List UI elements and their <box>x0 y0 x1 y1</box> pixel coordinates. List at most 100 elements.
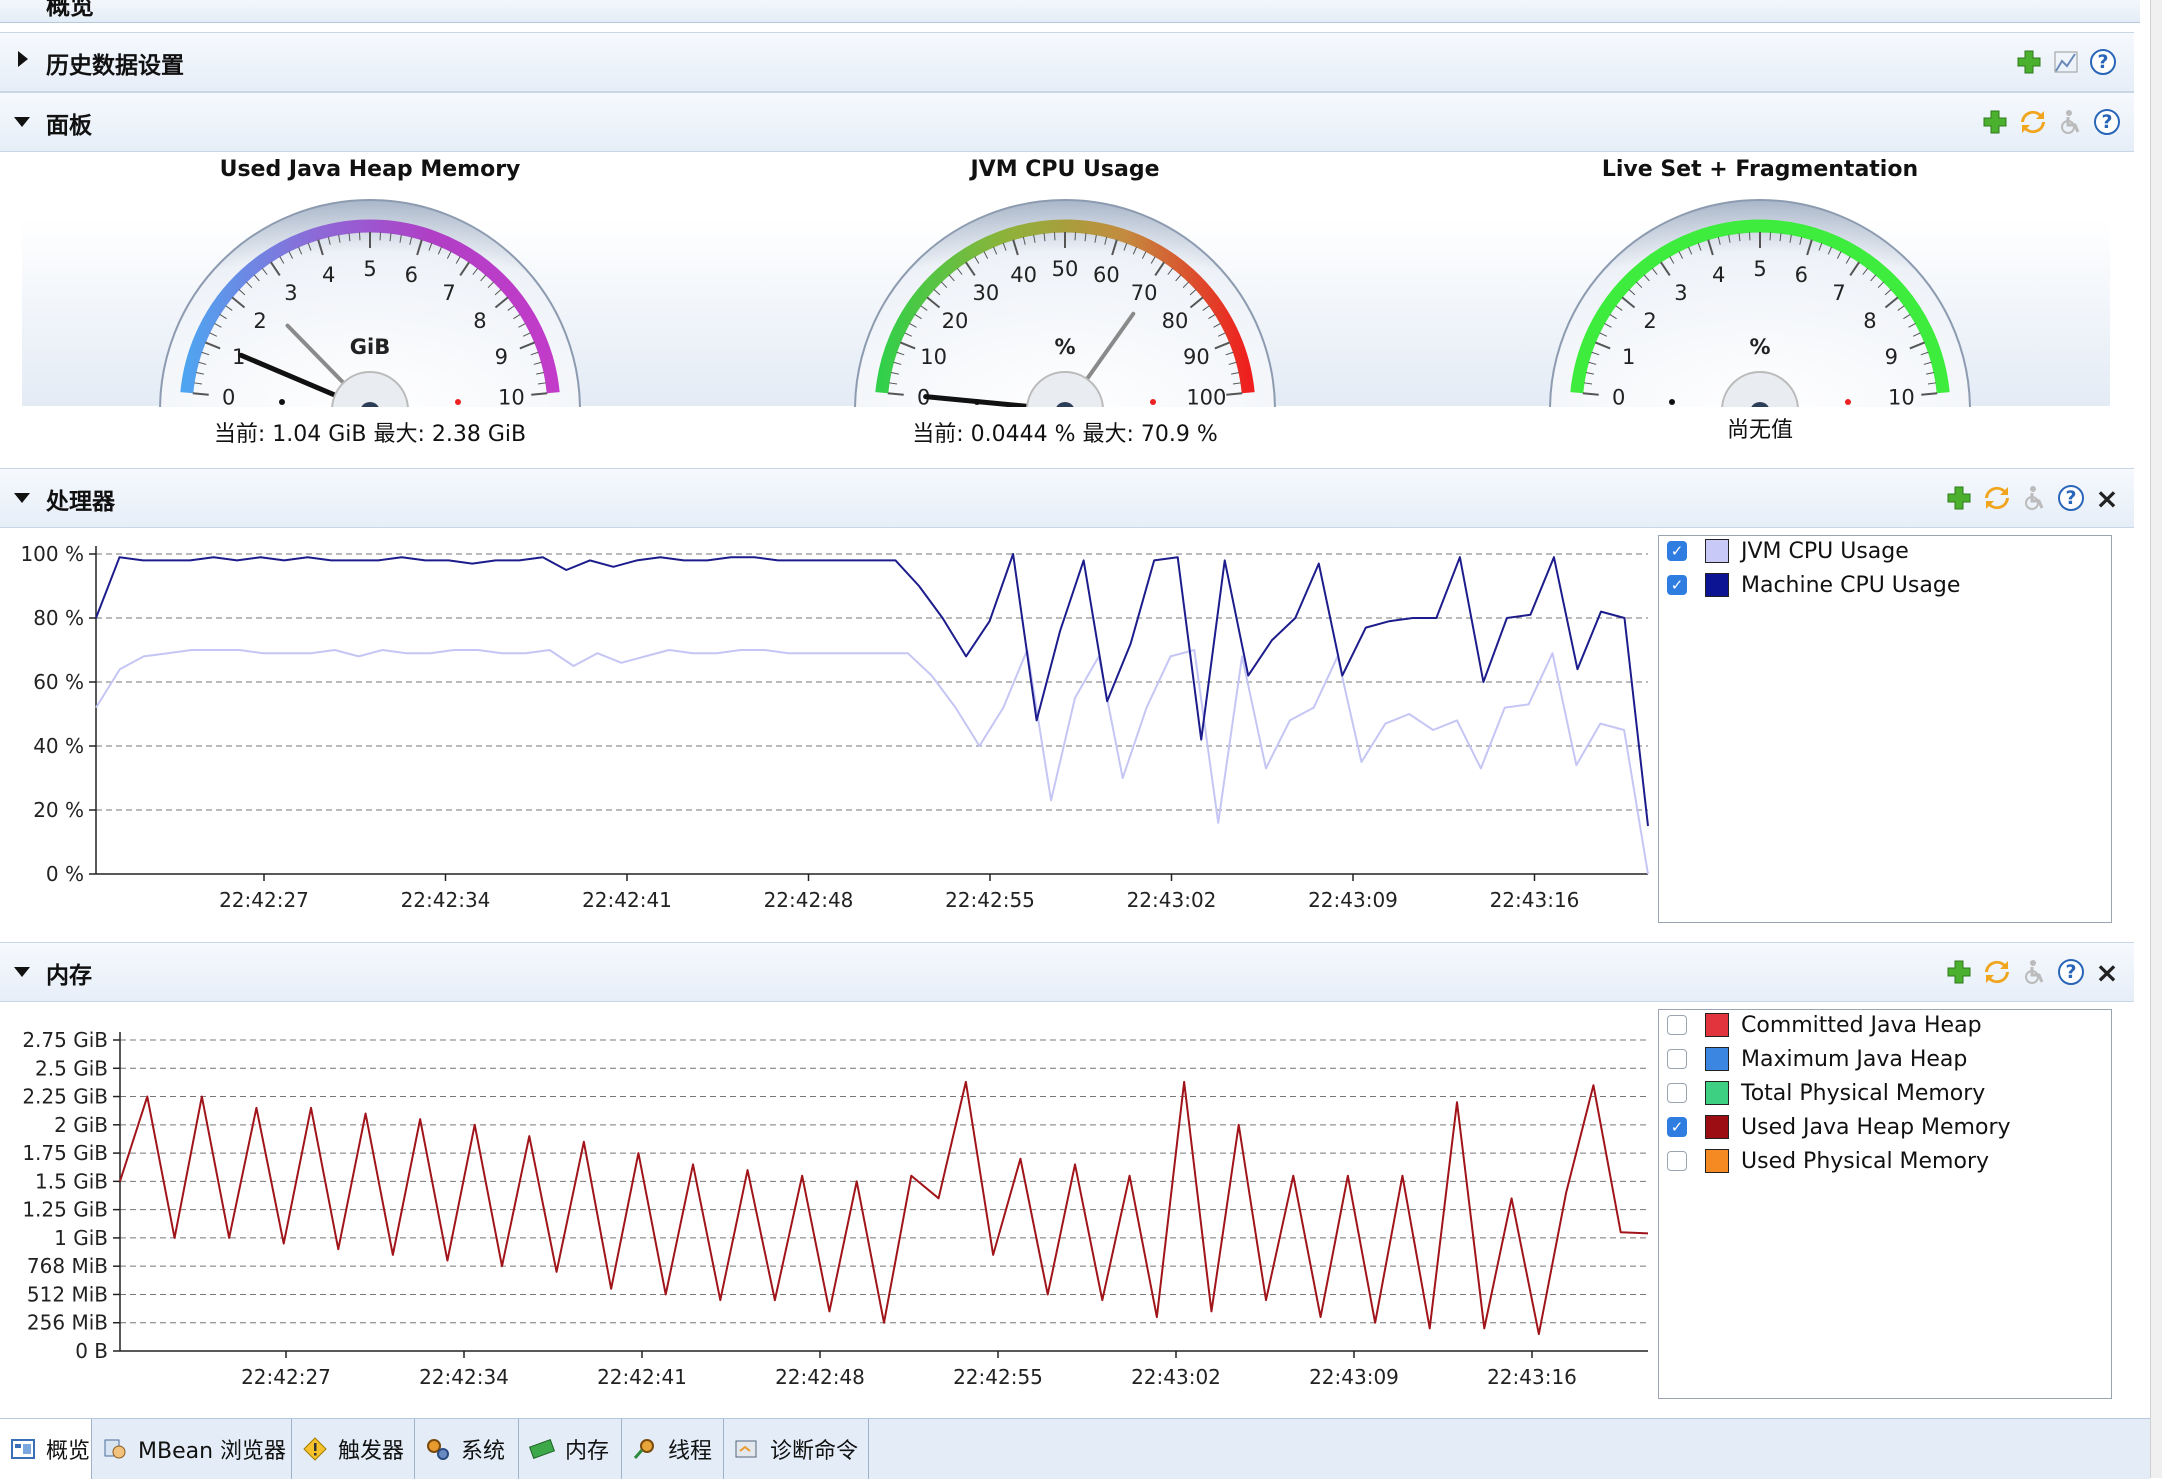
section-dashboard-label: 面板 <box>46 106 92 140</box>
legend-checkbox[interactable]: ✓ <box>1667 575 1687 595</box>
tab-overview[interactable]: 概览 <box>0 1419 92 1479</box>
tab-diagnostic-commands[interactable]: 诊断命令 <box>724 1419 869 1479</box>
mbean-browser-icon <box>102 1436 128 1462</box>
collapse-triangle-icon[interactable] <box>14 493 30 503</box>
help-icon[interactable]: ? <box>2094 109 2120 135</box>
legend-row[interactable]: ✓ Used Java Heap Memory <box>1667 1112 2011 1142</box>
gauge-tick-label: 6 <box>405 263 418 287</box>
gauge-tick-label: 20 <box>942 309 969 333</box>
gauge-tick-label: 50 <box>1052 257 1079 281</box>
help-icon[interactable]: ? <box>2058 485 2084 511</box>
collapse-triangle-icon[interactable] <box>14 967 30 977</box>
gauge-unit: GiB <box>350 335 390 359</box>
legend-row[interactable]: ✓ JVM CPU Usage <box>1667 536 1909 566</box>
legend-swatch <box>1705 1081 1729 1105</box>
tab-triggers[interactable]: 触发器 <box>292 1419 415 1479</box>
gauge-title-liveset: Live Set + Fragmentation <box>1510 157 2010 182</box>
legend-row[interactable]: Committed Java Heap <box>1667 1010 1982 1040</box>
add-icon[interactable] <box>1944 957 1974 987</box>
y-tick-label: 0 B <box>75 1339 108 1363</box>
tab-memory[interactable]: 内存 <box>519 1419 622 1479</box>
gauge-min-dot <box>974 399 980 405</box>
gauge-tick-label: 7 <box>442 281 455 305</box>
accessibility-icon[interactable] <box>2020 483 2050 513</box>
gauge-reading-heap: 当前: 1.04 GiB 最大: 2.38 GiB <box>70 416 670 448</box>
gauge-tick-label: 10 <box>1888 386 1915 407</box>
close-icon[interactable]: × <box>2092 957 2122 987</box>
chart-settings-icon[interactable] <box>2052 47 2082 77</box>
x-tick-label: 22:42:34 <box>401 888 491 912</box>
add-icon[interactable] <box>2014 47 2044 77</box>
tab-label: MBean 浏览器 <box>138 1433 286 1465</box>
tab-mbean-browser[interactable]: MBean 浏览器 <box>92 1419 292 1479</box>
x-tick-label: 22:43:09 <box>1308 888 1398 912</box>
gauge-tick-label: 100 <box>1186 386 1226 407</box>
legend-checkbox[interactable] <box>1667 1083 1687 1103</box>
gauge-tick-label: 4 <box>322 263 335 287</box>
legend-label: Maximum Java Heap <box>1741 1047 1967 1072</box>
legend-row[interactable]: Total Physical Memory <box>1667 1078 1985 1108</box>
y-tick-label: 40 % <box>33 734 84 758</box>
tab-label: 触发器 <box>338 1433 404 1465</box>
threads-icon <box>632 1436 658 1462</box>
legend-row[interactable]: Used Physical Memory <box>1667 1146 1989 1176</box>
x-tick-label: 22:42:48 <box>764 888 854 912</box>
collapse-triangle-icon[interactable] <box>14 117 30 127</box>
cpu-legend: ✓ JVM CPU Usage ✓ Machine CPU Usage <box>1658 535 2112 923</box>
legend-swatch <box>1705 1013 1729 1037</box>
memory-icon <box>529 1436 555 1462</box>
gauge-tick-label: 3 <box>1674 281 1687 305</box>
series-line <box>96 554 1648 826</box>
gauge-tick-label: 40 <box>1010 263 1037 287</box>
x-tick-label: 22:43:16 <box>1490 888 1580 912</box>
accessibility-icon[interactable] <box>2056 107 2086 137</box>
help-icon[interactable]: ? <box>2090 49 2116 75</box>
y-tick-label: 2.25 GiB <box>22 1085 108 1109</box>
x-tick-label: 22:42:41 <box>582 888 672 912</box>
legend-label: Used Physical Memory <box>1741 1149 1989 1174</box>
add-icon[interactable] <box>1944 483 1974 513</box>
gauge-tick-label: 2 <box>1643 309 1656 333</box>
close-icon[interactable]: × <box>2092 483 2122 513</box>
refresh-icon[interactable] <box>1982 483 2012 513</box>
legend-checkbox[interactable]: ✓ <box>1667 1117 1687 1137</box>
gauge-tick-label: 9 <box>495 345 508 369</box>
gauge-tick-label: 9 <box>1885 345 1898 369</box>
legend-checkbox[interactable] <box>1667 1151 1687 1171</box>
diagnostic-commands-icon <box>734 1436 760 1462</box>
gauge-tick-label: 10 <box>920 345 947 369</box>
legend-row[interactable]: Maximum Java Heap <box>1667 1044 1967 1074</box>
legend-label: Total Physical Memory <box>1741 1081 1985 1106</box>
gauge-tick-label: 5 <box>363 257 376 281</box>
section-processor[interactable]: 处理器 ? × <box>0 468 2134 528</box>
gauge-tick-label: 80 <box>1162 309 1189 333</box>
help-icon[interactable]: ? <box>2058 959 2084 985</box>
add-icon[interactable] <box>1980 107 2010 137</box>
y-tick-label: 512 MiB <box>27 1282 108 1306</box>
expand-triangle-icon[interactable] <box>18 51 28 67</box>
gauge-tick-label: 7 <box>1832 281 1845 305</box>
memory-chart: 0 B256 MiB512 MiB768 MiB1 GiB1.25 GiB1.5… <box>0 1002 1660 1402</box>
cpu-chart: 0 %20 %40 %60 %80 %100 %22:42:2722:42:34… <box>0 530 1660 920</box>
legend-row[interactable]: ✓ Machine CPU Usage <box>1667 570 1960 600</box>
x-tick-label: 22:43:16 <box>1487 1365 1577 1389</box>
tab-threads[interactable]: 线程 <box>622 1419 724 1479</box>
y-tick-label: 20 % <box>33 798 84 822</box>
legend-label: Machine CPU Usage <box>1741 573 1960 598</box>
page-title: 概览 <box>46 0 94 21</box>
section-dashboard[interactable]: 面板 ? <box>0 92 2134 152</box>
legend-checkbox[interactable] <box>1667 1049 1687 1069</box>
refresh-icon[interactable] <box>2018 107 2048 137</box>
overview-header: 概览 <box>0 0 2140 23</box>
refresh-icon[interactable] <box>1982 957 2012 987</box>
legend-swatch <box>1705 539 1729 563</box>
section-history[interactable]: 历史数据设置 ? <box>0 32 2134 92</box>
gauge-tick-label: 90 <box>1183 345 1210 369</box>
tab-system[interactable]: 系统 <box>415 1419 519 1479</box>
legend-checkbox[interactable] <box>1667 1015 1687 1035</box>
y-tick-label: 1.25 GiB <box>22 1198 108 1222</box>
tab-label: 内存 <box>565 1433 609 1465</box>
legend-checkbox[interactable]: ✓ <box>1667 541 1687 561</box>
accessibility-icon[interactable] <box>2020 957 2050 987</box>
section-memory[interactable]: 内存 ? × <box>0 942 2134 1002</box>
